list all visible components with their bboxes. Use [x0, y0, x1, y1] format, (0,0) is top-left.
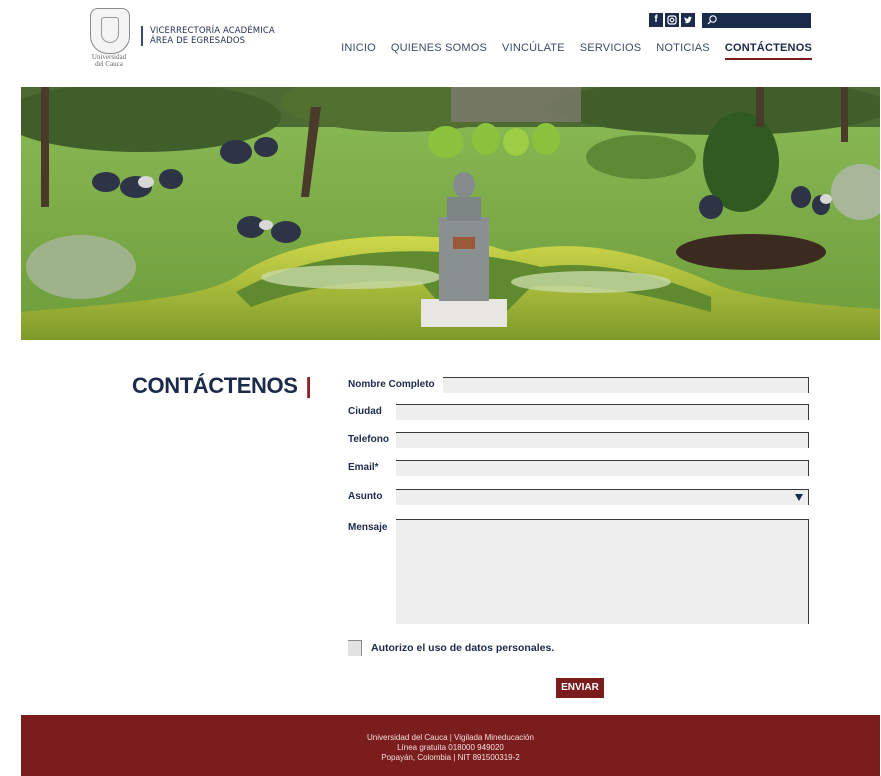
- logo-text: Universidad del Cauca: [91, 53, 127, 68]
- message-field[interactable]: [396, 519, 809, 624]
- footer: Universidad del Cauca | Vigilada Mineduc…: [21, 715, 880, 776]
- footer-line-1: Universidad del Cauca | Vigilada Mineduc…: [367, 733, 534, 742]
- nav-servicios[interactable]: SERVICIOS: [580, 42, 642, 60]
- city-field[interactable]: [396, 404, 809, 420]
- twitter-icon[interactable]: [681, 13, 695, 27]
- footer-text: Universidad del Cauca | Vigilada Mineduc…: [21, 733, 880, 763]
- main-nav: INICIO QUIENES SOMOS VINCÚLATE SERVICIOS…: [341, 42, 812, 60]
- nav-quienes-somos[interactable]: QUIENES SOMOS: [391, 42, 487, 60]
- social-links: f: [649, 13, 695, 29]
- university-logo[interactable]: Universidad del Cauca: [84, 8, 134, 72]
- chevron-down-icon[interactable]: [794, 492, 804, 502]
- search-icon[interactable]: [706, 14, 718, 26]
- submit-button[interactable]: ENVIAR: [556, 678, 604, 698]
- phone-field[interactable]: [396, 432, 809, 448]
- nav-noticias[interactable]: NOTICIAS: [656, 42, 710, 60]
- name-label: Nombre Completo: [348, 379, 435, 390]
- page-title: CONTÁCTENOS |: [132, 373, 312, 399]
- department-name: VICERRECTORÍA ACADÉMICA ÁREA DE EGRESADO…: [141, 26, 275, 46]
- consent-checkbox[interactable]: [348, 640, 362, 656]
- department-line-1: VICERRECTORÍA ACADÉMICA: [150, 26, 275, 36]
- facebook-icon[interactable]: f: [649, 13, 663, 27]
- nav-contactenos[interactable]: CONTÁCTENOS: [724, 42, 812, 60]
- instagram-icon[interactable]: [665, 13, 679, 27]
- nav-inicio[interactable]: INICIO: [341, 42, 376, 60]
- email-field[interactable]: [396, 460, 809, 476]
- search-input[interactable]: [720, 13, 808, 28]
- subject-label: Asunto: [348, 491, 383, 502]
- footer-line-2: Línea gratuita 018000 949020: [397, 743, 504, 752]
- subject-select[interactable]: [396, 489, 809, 505]
- name-field[interactable]: [443, 377, 809, 393]
- footer-line-3: Popayán, Colombia | NIT 891500319-2: [381, 753, 520, 762]
- phone-label: Telefono: [348, 434, 389, 445]
- page-title-text: CONTÁCTENOS: [132, 373, 298, 398]
- message-label: Mensaje: [348, 522, 388, 533]
- nav-vinculate[interactable]: VINCÚLATE: [502, 42, 565, 60]
- garden-photo: [21, 87, 880, 340]
- university-seal-icon: [90, 8, 130, 54]
- department-line-2: ÁREA DE EGRESADOS: [150, 36, 246, 46]
- consent-label: Autorizo el uso de datos personales.: [371, 642, 555, 654]
- title-accent-bar: |: [305, 373, 312, 398]
- hero-image: [21, 87, 880, 340]
- email-label: Email*: [348, 462, 379, 473]
- city-label: Ciudad: [348, 406, 382, 417]
